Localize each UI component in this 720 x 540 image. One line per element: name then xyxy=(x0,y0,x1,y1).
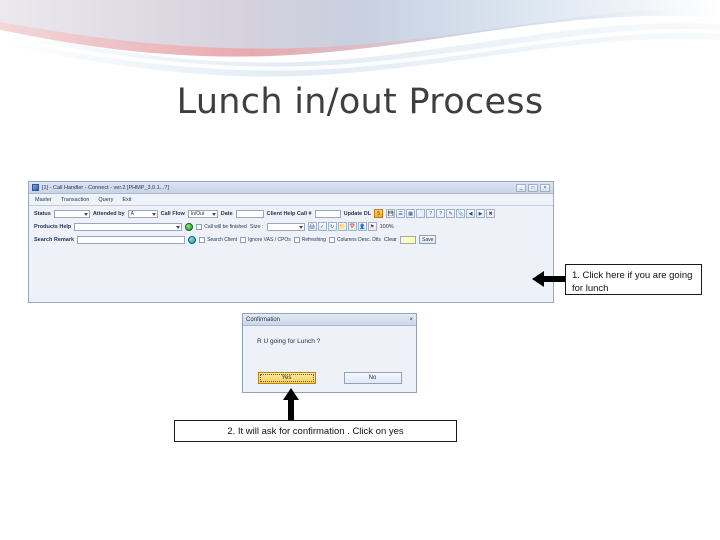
client-help-call-field[interactable] xyxy=(314,209,341,218)
yes-button[interactable]: Yes xyxy=(257,372,316,384)
update-dl-button[interactable]: 5 xyxy=(374,209,384,218)
refresh-icon[interactable]: ↻ xyxy=(327,222,337,231)
slide-header-decoration xyxy=(0,0,720,78)
call-flow-dropdown[interactable]: In/Out xyxy=(187,209,218,218)
save-button[interactable]: Save xyxy=(419,235,437,244)
flag-icon[interactable]: ⚑ xyxy=(367,222,377,231)
menu-item-master[interactable]: Master xyxy=(35,197,52,203)
checkbox-box[interactable] xyxy=(199,236,206,243)
callout-1: 1. Click here if you are going for lunch xyxy=(565,264,702,295)
printer-icon[interactable]: 🖨 xyxy=(307,222,317,231)
dialog-titlebar: Confirmation × xyxy=(243,314,416,326)
label-products-help: Products Help xyxy=(34,223,72,230)
toolbar-icons-row1[interactable]: 💾 ☰ ▦ 📄 ? ? ✎ 📎 ◀ ▶ ✖ xyxy=(386,209,496,218)
app-menubar[interactable]: Master Transaction Query Exit xyxy=(29,194,553,206)
search-indicator-icon xyxy=(188,235,197,244)
menu-item-query[interactable]: Query xyxy=(98,197,113,203)
label-search-remark: Search Remark xyxy=(34,236,75,243)
form-row-search-remark: Search Remark Search Client Ignore VAS /… xyxy=(34,235,548,244)
edit-pencil-icon[interactable]: ✎ xyxy=(446,209,456,218)
dialog-button-row: Yes No xyxy=(243,372,416,384)
ignore-vas-cpos-checkbox[interactable]: Ignore VAS / CPOs xyxy=(240,236,291,243)
confirmation-dialog[interactable]: Confirmation × R U going for Lunch ? Yes… xyxy=(242,313,417,393)
grid-icon[interactable]: ▦ xyxy=(406,209,416,218)
checkbox-box[interactable] xyxy=(293,236,300,243)
check-icon[interactable]: ✓ xyxy=(317,222,327,231)
save-icon[interactable]: 💾 xyxy=(386,209,396,218)
refreshing-checkbox[interactable]: Refreshing xyxy=(293,236,326,243)
checkbox-label: Ignore VAS / CPOs xyxy=(248,236,291,243)
next-icon[interactable]: ▶ xyxy=(476,209,486,218)
callout-1-arrow xyxy=(532,271,566,292)
attended-by-dropdown[interactable]: A xyxy=(127,209,158,218)
app-main-panel: Status Attended by A Call Flow In/Out Da… xyxy=(29,206,553,244)
label-percent: 100% xyxy=(379,223,394,230)
checkbox-box[interactable] xyxy=(196,223,203,230)
status-indicator-green xyxy=(185,222,194,231)
dialog-close-icon[interactable]: × xyxy=(409,317,413,323)
date-field[interactable] xyxy=(235,209,264,218)
calendar-icon[interactable]: 📅 xyxy=(347,222,357,231)
label-update-dl: Update DL xyxy=(343,210,372,217)
form-row-status: Status Attended by A Call Flow In/Out Da… xyxy=(34,209,548,218)
label-size: Size : xyxy=(249,223,264,230)
checkbox-label: Call will be finished xyxy=(204,223,247,230)
columns-desc-dtls-checkbox[interactable]: Columns Desc. Dtls xyxy=(328,236,381,243)
folder-icon[interactable]: 📁 xyxy=(337,222,347,231)
minimize-button[interactable]: _ xyxy=(516,183,526,192)
delete-icon[interactable]: ✖ xyxy=(486,209,496,218)
maximize-button[interactable]: □ xyxy=(528,183,538,192)
checkbox-label: Columns Desc. Dtls xyxy=(336,236,381,243)
page-title: Lunch in/out Process xyxy=(176,82,544,122)
app-title-text: [1] - Call Handler - Connect - ver.2 [PH… xyxy=(42,184,169,191)
menu-item-exit[interactable]: Exit xyxy=(122,197,131,203)
clear-field[interactable] xyxy=(400,235,417,244)
form-row-products-help: Products Help Call will be finished Size… xyxy=(34,222,548,231)
products-help-dropdown[interactable] xyxy=(74,222,183,231)
size-dropdown[interactable] xyxy=(266,222,305,231)
call-will-be-finished-checkbox[interactable]: Call will be finished xyxy=(196,223,247,230)
prev-icon[interactable]: ◀ xyxy=(466,209,476,218)
checkbox-label: Refreshing xyxy=(301,236,326,243)
help-icon[interactable]: ? xyxy=(426,209,436,218)
callout-2: 2. It will ask for confirmation . Click … xyxy=(174,420,457,442)
status-dropdown[interactable] xyxy=(53,209,90,218)
question-icon[interactable]: ? xyxy=(436,209,446,218)
label-date: Date xyxy=(220,210,233,217)
dialog-message: R U going for Lunch ? xyxy=(257,338,321,345)
no-button[interactable]: No xyxy=(343,372,402,384)
search-remark-field[interactable] xyxy=(77,235,186,244)
checkbox-box[interactable] xyxy=(328,236,335,243)
toolbar-icons-row2[interactable]: 🖨 ✓ ↻ 📁 📅 👤 ⚑ xyxy=(307,222,377,231)
search-client-checkbox[interactable]: Search Client xyxy=(199,236,238,243)
label-clear: Clear xyxy=(383,236,398,243)
menu-item-transaction[interactable]: Transaction xyxy=(61,197,90,203)
list-icon[interactable]: ☰ xyxy=(396,209,406,218)
checkbox-label: Search Client xyxy=(207,236,238,243)
label-client-help-call: Client Help Call # xyxy=(266,210,312,217)
label-attended-by: Attended by xyxy=(92,210,125,217)
label-status: Status xyxy=(34,210,51,217)
user-icon[interactable]: 👤 xyxy=(357,222,367,231)
document-icon[interactable]: 📄 xyxy=(416,209,426,218)
checkbox-box[interactable] xyxy=(240,236,247,243)
app-icon xyxy=(32,184,39,191)
call-handler-app-window[interactable]: [1] - Call Handler - Connect - ver.2 [PH… xyxy=(28,181,554,303)
dialog-title-text: Confirmation xyxy=(246,316,281,323)
app-titlebar: [1] - Call Handler - Connect - ver.2 [PH… xyxy=(29,182,553,194)
label-call-flow: Call Flow xyxy=(160,210,185,217)
attach-icon[interactable]: 📎 xyxy=(456,209,466,218)
close-button[interactable]: × xyxy=(540,183,550,192)
